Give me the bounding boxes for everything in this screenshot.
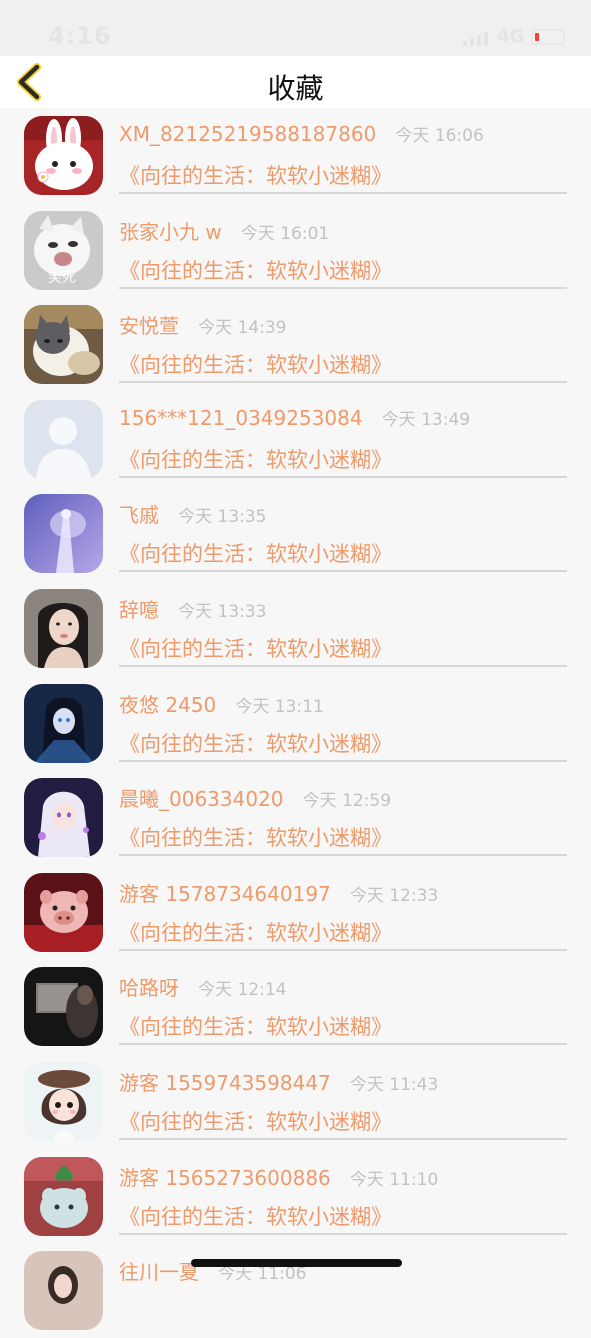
time-label: 今天 13:11 (235, 696, 324, 717)
time-label: 今天 13:33 (178, 601, 267, 622)
name-line: 安悦萱 今天 14:39 (119, 310, 287, 339)
name-line: 晨曦_006334020 今天 12:59 (119, 783, 392, 812)
avatar[interactable]: 笑死 (24, 210, 103, 290)
name-line: 哈路呀 今天 12:14 (119, 972, 287, 1001)
content-title[interactable]: 《向往的生活：软软小迷糊》 (119, 349, 392, 379)
name-line: XM_8212521958818​7860 今天 16:06 (119, 121, 484, 147)
list-item[interactable]: 156***121_0349253084 今天 13:49 《向往的生活：软软小… (0, 392, 591, 487)
divider (119, 381, 567, 384)
divider (119, 570, 567, 573)
name-line: 张家小九 w 今天 16:01 (119, 216, 330, 244)
time-label: 今天 16:06 (395, 126, 484, 146)
content-title[interactable]: 《向往的生活：软软小迷糊》 (119, 1201, 392, 1231)
favorites-list: XM_8212521958818​7860 今天 16:06 《向往的生活：软软… (0, 108, 591, 1338)
list-item[interactable]: 晨曦_006334020 今天 12:59 《向往的生活：软软小迷糊》 (0, 770, 591, 865)
divider (119, 475, 567, 478)
list-item[interactable]: 往川一夏 今天 11:06 (0, 1243, 591, 1338)
name-line: 156***121_0349253084 今天 13:49 (119, 405, 470, 431)
divider (119, 854, 567, 857)
user-name[interactable]: 游客 1565273600886 (119, 1166, 331, 1190)
list-item[interactable]: 夜悠 2450 今天 13:11 《向往的生活：软软小迷糊》 (0, 676, 591, 771)
avatar[interactable] (24, 1061, 103, 1141)
content-title[interactable]: 《向往的生活：软软小迷糊》 (119, 160, 392, 190)
list-item[interactable]: 哈路呀 今天 12:14 《向往的生活：软软小迷糊》 (0, 959, 591, 1054)
list-item[interactable]: 游客 1578734640197 今天 12:33 《向往的生活：软软小迷糊》 (0, 865, 591, 960)
list-item[interactable]: 笑死 张家小九 w 今天 16:01 《向往的生活：软软小迷糊》 (0, 203, 591, 298)
network-label: 4G (497, 26, 525, 47)
name-line: 游客 1565273600886 今天 11:10 (119, 1162, 439, 1190)
user-name[interactable]: 安悦萱 (119, 314, 179, 338)
avatar[interactable] (24, 778, 103, 858)
battery-level (535, 33, 539, 41)
content-title[interactable]: 《向往的生活：软软小迷糊》 (119, 917, 392, 947)
user-name[interactable]: 夜悠 2450 (119, 693, 216, 717)
name-line: 夜悠 2450 今天 13:11 (119, 689, 324, 717)
user-name[interactable]: 晨曦_006334020 (119, 787, 284, 811)
content-title[interactable]: 《向往的生活：软软小迷糊》 (119, 538, 392, 568)
divider (119, 948, 567, 951)
avatar[interactable] (24, 116, 103, 195)
avatar[interactable] (24, 1251, 103, 1331)
user-name[interactable]: 张家小九 w (119, 220, 222, 244)
content-title[interactable]: 《向往的生活：软软小迷糊》 (119, 633, 392, 663)
navigation-bar: 收藏 (0, 56, 591, 108)
avatar[interactable] (24, 683, 103, 763)
list-item[interactable]: 飞戚 今天 13:35 《向往的生活：软软小迷糊》 (0, 486, 591, 581)
list-item[interactable]: 辞噫 今天 13:33 《向往的生活：软软小迷糊》 (0, 581, 591, 676)
time-label: 今天 12:14 (198, 980, 287, 1001)
home-indicator[interactable] (191, 1259, 402, 1267)
time-label: 今天 13:49 (381, 409, 471, 430)
time-label: 今天 13:35 (178, 507, 267, 528)
time-label: 今天 12:33 (349, 885, 439, 906)
avatar[interactable] (24, 588, 103, 668)
user-name[interactable]: 哈路呀 (119, 976, 179, 1000)
status-bar: 4:16 4G (0, 0, 591, 56)
user-name[interactable]: XM_8212521958818​7860 (119, 122, 376, 146)
name-line: 游客 1559743598447 今天 11:43 (119, 1067, 439, 1095)
time-label: 今天 12:59 (302, 791, 392, 812)
avatar[interactable] (24, 494, 103, 574)
content-title[interactable]: 《向往的生活：软软小迷糊》 (119, 1011, 392, 1041)
content-title[interactable]: 《向往的生活：软软小迷糊》 (119, 255, 392, 285)
user-name[interactable]: 156***121_0349253084 (119, 406, 363, 430)
battery-icon (531, 29, 565, 45)
divider (119, 759, 567, 762)
time-label: 今天 14:39 (198, 318, 287, 339)
divider (119, 1232, 567, 1235)
user-name[interactable]: 游客 1559743598447 (119, 1071, 331, 1095)
list-item[interactable]: XM_8212521958818​7860 今天 16:06 《向往的生活：软软… (0, 108, 591, 203)
content-title[interactable]: 《向往的生活：软软小迷糊》 (119, 822, 392, 852)
time-label: 今天 11:43 (349, 1074, 439, 1095)
user-name[interactable]: 往川一夏 (119, 1260, 199, 1284)
name-line: 辞噫 今天 13:33 (119, 594, 267, 622)
user-name[interactable]: 游客 1578734640197 (119, 882, 331, 906)
name-line: 飞戚 今天 13:35 (119, 499, 267, 528)
avatar-caption: 笑死 (48, 270, 76, 286)
avatar[interactable] (24, 872, 103, 952)
list-item[interactable]: 安悦萱 今天 14:39 《向往的生活：软软小迷糊》 (0, 297, 591, 392)
avatar[interactable] (24, 1156, 103, 1236)
avatar[interactable] (24, 399, 103, 479)
list-item[interactable]: 游客 1559743598447 今天 11:43 《向往的生活：软软小迷糊》 (0, 1054, 591, 1149)
signal-icon (463, 30, 489, 46)
avatar[interactable] (24, 305, 103, 385)
divider (119, 1137, 567, 1140)
content-title[interactable]: 《向往的生活：软软小迷糊》 (119, 728, 392, 758)
content-title[interactable]: 《向往的生活：软软小迷糊》 (119, 444, 392, 474)
divider (119, 286, 567, 289)
divider (119, 192, 567, 194)
name-line: 游客 1578734640197 今天 12:33 (119, 878, 439, 906)
time-label: 今天 11:06 (218, 1264, 307, 1285)
avatar[interactable] (24, 967, 103, 1047)
user-name[interactable]: 飞戚 (119, 503, 159, 527)
time-label: 今天 16:01 (240, 223, 330, 244)
divider (119, 664, 567, 667)
content-title[interactable]: 《向往的生活：软软小迷糊》 (119, 1106, 392, 1136)
divider (119, 1043, 567, 1046)
list-item[interactable]: 游客 1565273600886 今天 11:10 《向往的生活：软软小迷糊》 (0, 1149, 591, 1244)
user-name[interactable]: 辞噫 (119, 598, 159, 622)
time-label: 今天 11:10 (349, 1169, 439, 1190)
status-time: 4:16 (48, 22, 112, 50)
page-title: 收藏 (267, 72, 324, 105)
